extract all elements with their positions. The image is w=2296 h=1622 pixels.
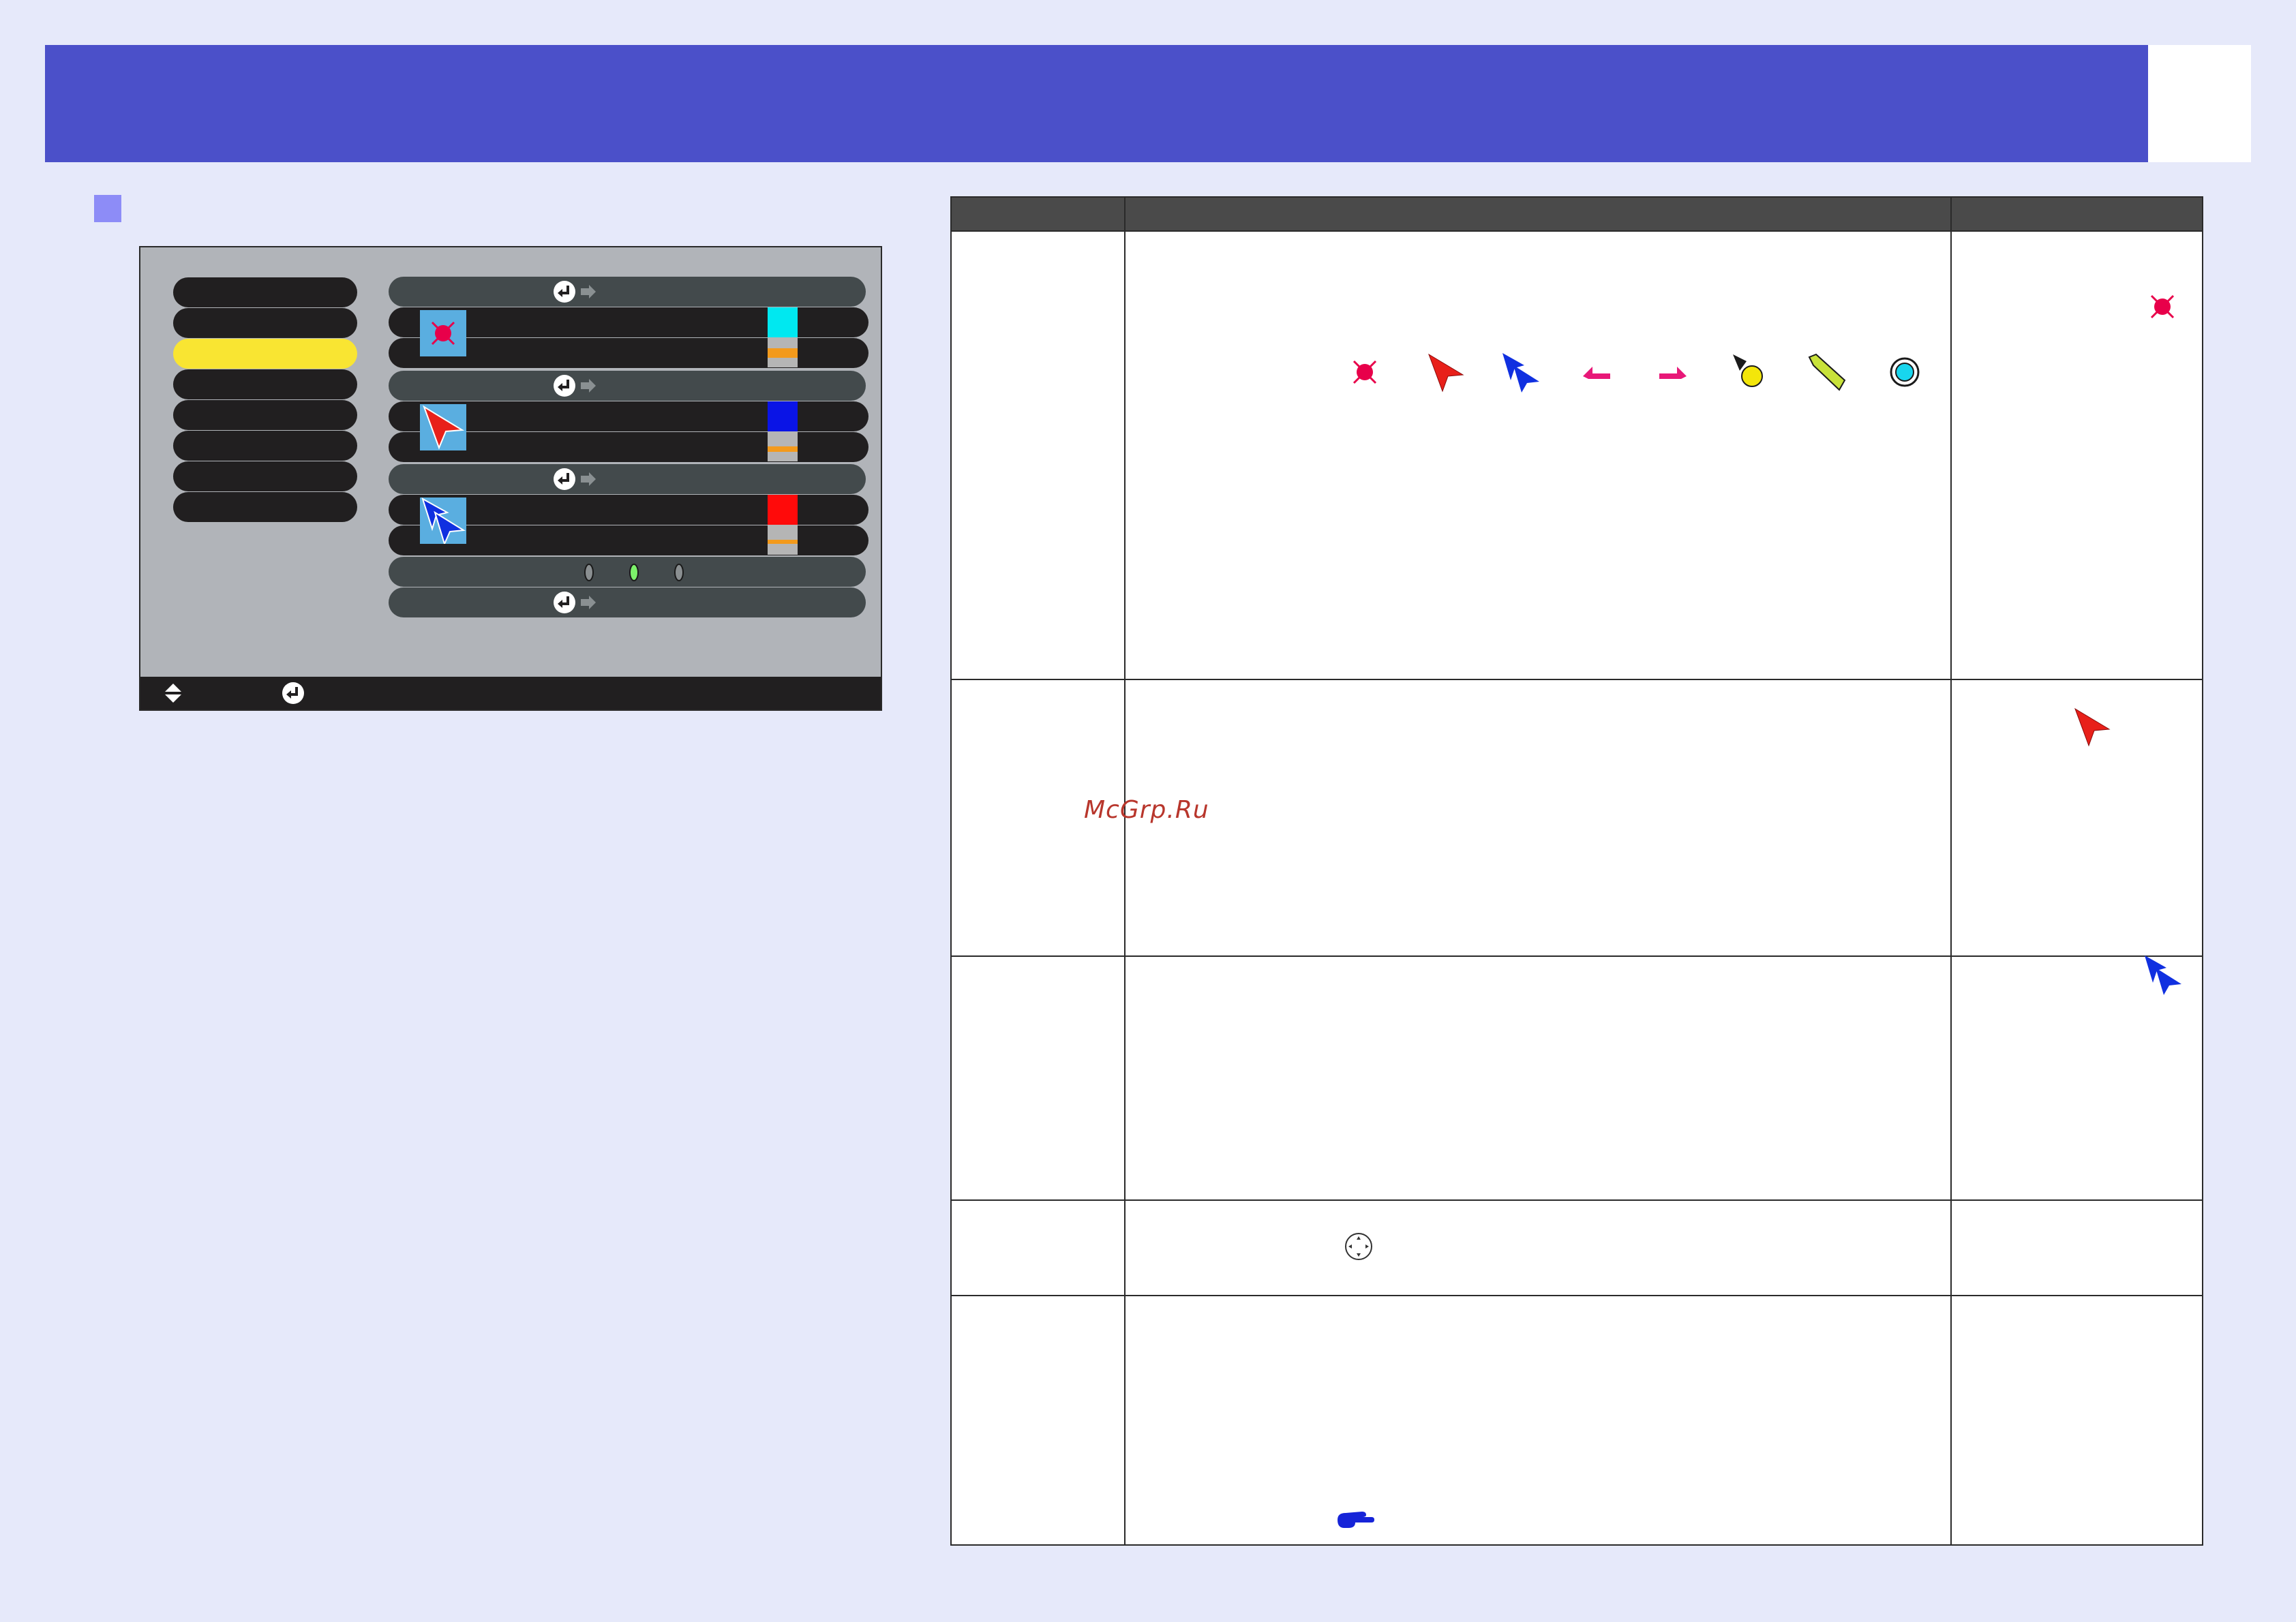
column-divider — [1124, 232, 1126, 1544]
enter-icon — [282, 682, 304, 704]
enter-arrow-icon — [554, 281, 596, 303]
main-menu-item[interactable] — [173, 492, 357, 522]
pointer-2-color-swatch — [768, 401, 798, 461]
table-header-row — [950, 196, 2203, 232]
pointer-2-select-row[interactable] — [389, 371, 866, 401]
default-pointer-1-icon — [2150, 294, 2175, 319]
row-divider — [952, 955, 2202, 957]
section-marker-square — [94, 195, 121, 222]
enter-arrow-icon — [554, 375, 596, 397]
main-menu-item[interactable] — [173, 431, 357, 461]
pointer-pencil-icon — [1808, 353, 1846, 391]
main-menu-item-selected[interactable] — [173, 339, 357, 369]
main-menu-item[interactable] — [173, 461, 357, 491]
radio-on-indicator[interactable] — [627, 562, 641, 583]
pointer-right-arrow-icon — [1659, 367, 1687, 379]
row-divider — [952, 1295, 2202, 1296]
default-pointer-3-icon — [2145, 955, 2181, 995]
main-menu-item[interactable] — [173, 369, 357, 399]
pointer-arrow-red-icon — [423, 405, 465, 450]
pointer-spotlight-icon — [1353, 360, 1377, 384]
pointer-settings-table — [950, 196, 2205, 1547]
watermark-text: McGrp.Ru — [1084, 796, 1209, 824]
pointer-yellow-ball-icon — [1733, 354, 1763, 387]
radio-off-indicator[interactable] — [672, 562, 686, 583]
pointer-spotlight-icon — [431, 321, 455, 346]
directional-pad-icon — [1345, 1233, 1372, 1260]
pointer-double-arrow-blue-icon — [421, 497, 466, 546]
header-band — [45, 45, 2148, 162]
column-divider — [1950, 232, 1952, 1544]
enter-arrow-icon — [554, 468, 596, 490]
pointer-shapes-list — [1347, 352, 1947, 393]
page-number-box — [2148, 45, 2251, 162]
pointer-2-thumbnail — [420, 404, 466, 450]
pointer-circle-icon — [1890, 357, 1920, 387]
pointer-double-arrow-blue-icon — [1502, 353, 1539, 393]
pointer-left-arrow-icon — [1583, 367, 1610, 379]
menu-footer-bar — [140, 677, 881, 709]
pointer-menu-screen — [139, 246, 882, 711]
up-down-arrows-icon — [165, 684, 181, 703]
main-menu-item[interactable] — [173, 277, 357, 307]
pointer-1-thumbnail — [420, 310, 466, 356]
main-menu-item[interactable] — [173, 400, 357, 430]
row-divider — [952, 679, 2202, 680]
pointer-reset-row[interactable] — [389, 587, 866, 617]
row-divider — [952, 1199, 2202, 1201]
pointer-arrow-red-icon — [1428, 353, 1464, 393]
pointer-3-color-swatch — [768, 495, 798, 555]
enter-arrow-icon — [554, 592, 596, 613]
pointer-3-select-row[interactable] — [389, 464, 866, 494]
main-menu-item[interactable] — [173, 308, 357, 338]
pointer-3-thumbnail — [420, 497, 466, 546]
pointer-1-select-row[interactable] — [389, 277, 866, 307]
radio-off-indicator[interactable] — [582, 562, 596, 583]
pointer-size-radio-row[interactable] — [389, 557, 866, 587]
default-pointer-2-icon — [2074, 707, 2111, 747]
pointer-1-color-swatch — [768, 307, 798, 367]
table-body — [950, 232, 2203, 1546]
pointing-hand-icon — [1338, 1512, 1374, 1528]
